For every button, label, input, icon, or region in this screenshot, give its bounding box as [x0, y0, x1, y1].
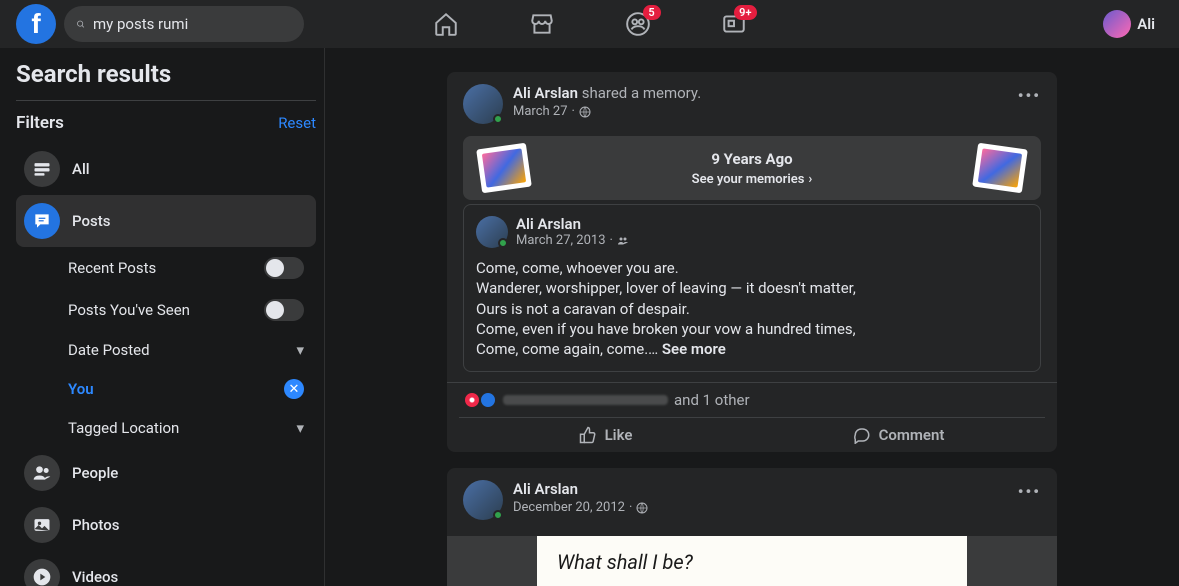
subfilter-recent-posts[interactable]: Recent Posts [16, 247, 316, 289]
subfilter-label: Posts You've Seen [68, 301, 190, 319]
subfilter-label: Date Posted [68, 341, 150, 359]
inner-post-date: March 27, 2013 [516, 233, 606, 248]
see-more-button[interactable]: See more [662, 340, 726, 358]
post-subtitle: shared a memory. [582, 84, 701, 102]
see-memories-label: See your memories [692, 172, 805, 187]
poem-line: Come, come again, come.… [476, 340, 662, 358]
post-date[interactable]: December 20, 2012 [513, 500, 625, 515]
gaming-icon[interactable]: 9+ [721, 11, 747, 37]
home-icon[interactable] [433, 11, 459, 37]
subfilter-posts-seen[interactable]: Posts You've Seen [16, 289, 316, 331]
avatar[interactable] [476, 216, 508, 248]
photos-icon [24, 507, 60, 543]
globe-icon [636, 502, 648, 514]
poem-line: Wanderer, worshipper, lover of leaving —… [476, 278, 1028, 298]
search-bar[interactable] [64, 6, 304, 42]
marketplace-icon[interactable] [529, 11, 555, 37]
subfilter-label: Tagged Location [68, 419, 179, 437]
memory-inner-post: Ali Arslan March 27, 2013 · Come, come, … [463, 204, 1041, 372]
post-author[interactable]: Ali Arslan [513, 84, 578, 102]
reactor-names-blurred [503, 395, 668, 405]
gaming-badge: 9+ [734, 5, 756, 20]
poem-line: Come, even if you have broken your vow a… [476, 319, 1028, 339]
like-button[interactable]: Like [459, 418, 752, 452]
filter-label: Photos [72, 516, 119, 534]
poem-line: Come, come, whoever you are. [476, 258, 1028, 278]
memory-banner: 9 Years Ago See your memories › [463, 136, 1041, 200]
top-header: f 5 9+ Ali [0, 0, 1179, 48]
subfilter-date-posted[interactable]: Date Posted ▾ [16, 331, 316, 369]
subfilter-you[interactable]: You ✕ [16, 369, 316, 409]
memory-photo-icon [476, 143, 532, 194]
post-menu-button[interactable]: ••• [1018, 482, 1041, 501]
filter-people[interactable]: People [16, 447, 316, 499]
filter-all[interactable]: All [16, 143, 316, 195]
filter-photos[interactable]: Photos [16, 499, 316, 551]
post-image[interactable]: What shall I be? I died from minerality … [447, 536, 1057, 586]
friends-icon [617, 235, 629, 247]
comment-label: Comment [879, 426, 945, 444]
globe-icon [579, 106, 591, 118]
chevron-down-icon: ▾ [296, 419, 304, 437]
reactions-others-text: and 1 other [674, 391, 750, 409]
inner-post-author[interactable]: Ali Arslan [516, 215, 629, 233]
page-title: Search results [16, 60, 316, 88]
post-menu-button[interactable]: ••• [1018, 86, 1041, 105]
see-memories-link[interactable]: See your memories › [692, 172, 813, 187]
filter-label: Posts [72, 212, 110, 230]
groups-badge: 5 [643, 5, 661, 20]
comment-icon [853, 426, 871, 444]
filter-label: Videos [72, 568, 118, 586]
nav-center: 5 9+ [433, 11, 747, 37]
post-card: Ali Arslan shared a memory. March 27 · •… [447, 72, 1057, 452]
search-input[interactable] [93, 15, 292, 33]
posts-icon [24, 203, 60, 239]
subfilter-label: Recent Posts [68, 259, 156, 277]
like-label: Like [605, 426, 633, 444]
header-right: Ali [1095, 6, 1163, 42]
avatar[interactable] [463, 84, 503, 124]
thumbs-up-icon [579, 426, 597, 444]
presence-dot [493, 114, 503, 124]
filter-posts[interactable]: Posts [16, 195, 316, 247]
reset-button[interactable]: Reset [278, 114, 316, 132]
filters-heading: Filters [16, 113, 64, 133]
post-date[interactable]: March 27 [513, 104, 568, 119]
avatar [1103, 10, 1131, 38]
videos-icon [24, 559, 60, 586]
toggle[interactable] [264, 299, 304, 321]
facebook-logo[interactable]: f [16, 4, 56, 44]
clear-filter-icon[interactable]: ✕ [284, 379, 304, 399]
chevron-right-icon: › [808, 172, 812, 187]
all-icon [24, 151, 60, 187]
search-icon [76, 16, 85, 32]
memory-years-ago: 9 Years Ago [692, 150, 813, 168]
comment-button[interactable]: Comment [752, 418, 1045, 452]
presence-dot [498, 238, 508, 248]
filter-label: People [72, 464, 118, 482]
avatar[interactable] [463, 480, 503, 520]
groups-icon[interactable]: 5 [625, 11, 651, 37]
subfilter-tagged-location[interactable]: Tagged Location ▾ [16, 409, 316, 447]
filter-videos[interactable]: Videos [16, 551, 316, 586]
post-author[interactable]: Ali Arslan [513, 480, 578, 498]
post-card: Ali Arslan December 20, 2012 · ••• What … [447, 468, 1057, 586]
poem-line: Ours is not a caravan of despair. [476, 299, 1028, 319]
chevron-down-icon: ▾ [296, 341, 304, 359]
toggle[interactable] [264, 257, 304, 279]
account-menu[interactable]: Ali [1095, 6, 1163, 42]
post-body: Come, come, whoever you are. Wanderer, w… [476, 258, 1028, 359]
like-reaction-icon [479, 391, 497, 409]
quote-title: What shall I be? [557, 550, 947, 574]
search-sidebar: Search results Filters Reset All Posts R… [0, 48, 325, 586]
filter-label: All [72, 160, 90, 178]
header-username: Ali [1137, 15, 1155, 33]
memory-photo-icon [972, 143, 1028, 194]
presence-dot [493, 510, 503, 520]
results-feed: Ali Arslan shared a memory. March 27 · •… [325, 48, 1179, 586]
divider [16, 100, 316, 101]
reactions-summary[interactable]: and 1 other [447, 382, 1057, 413]
subfilter-label: You [68, 380, 94, 398]
people-icon [24, 455, 60, 491]
